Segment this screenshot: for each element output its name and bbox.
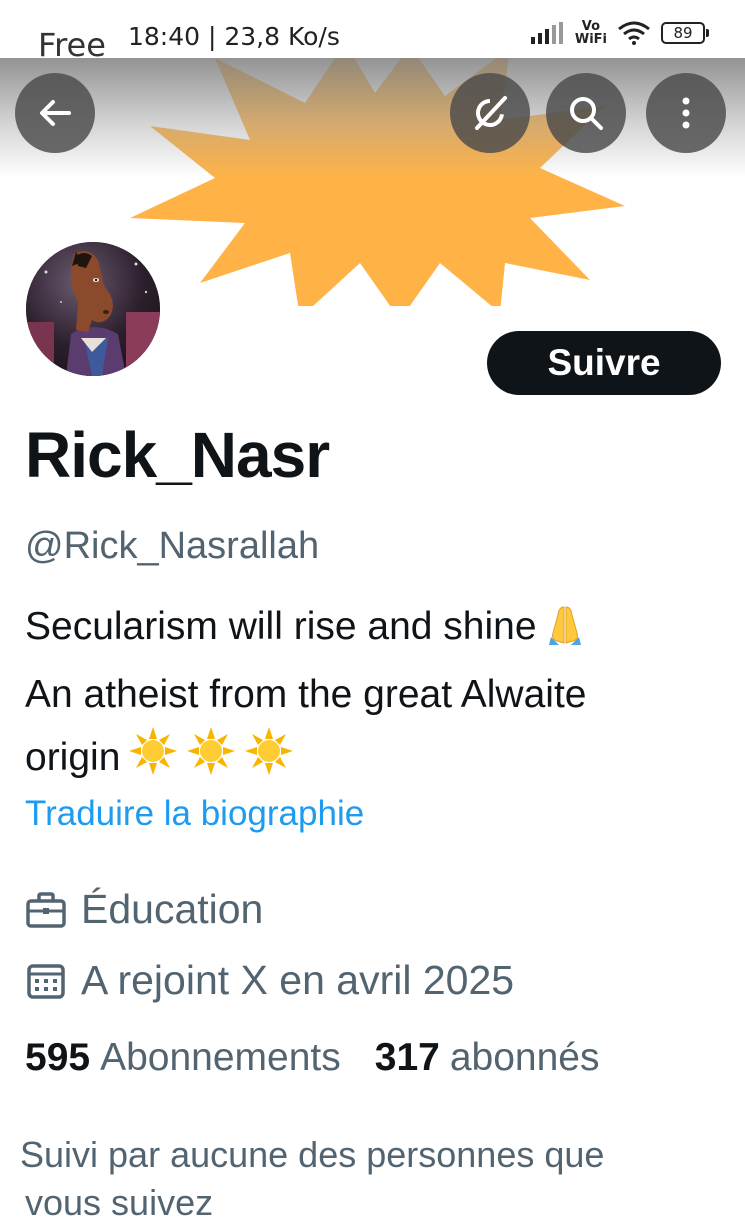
folded-hands-emoji-icon: [545, 603, 585, 665]
banner-gradient-overlay: [0, 58, 745, 178]
profile-category: Éducation: [25, 886, 263, 933]
followed-by-text: Suivi par aucune des personnes que: [20, 1134, 605, 1175]
following-count: 595: [25, 1036, 91, 1079]
signal-icon: [530, 22, 563, 44]
more-vert-icon: [682, 97, 690, 129]
sun-emoji-icons: [126, 725, 296, 795]
bio-line-2: An atheist from the great Alwaite: [25, 673, 587, 716]
back-button[interactable]: [15, 73, 95, 153]
briefcase-icon: [26, 891, 66, 928]
user-handle: @Rick_Nasrallah: [25, 525, 320, 567]
grok-icon: [475, 96, 507, 130]
followed-by-text-continued: vous suivez: [25, 1182, 214, 1223]
following-link[interactable]: 595 Abonnements: [25, 1036, 341, 1080]
category-label: Éducation: [81, 886, 264, 932]
grok-button[interactable]: [450, 73, 530, 153]
status-bar: Free 18:40 | 23,8 Ko/s Vo WiFi 89: [0, 0, 745, 58]
profile-bio: Secularism will rise and shine An atheis…: [25, 597, 725, 795]
vowifi-icon: Vo WiFi: [574, 19, 607, 47]
follow-stats: 595 Abonnements 317 abonnés: [25, 1036, 599, 1080]
status-icons: Vo WiFi 89: [530, 19, 709, 47]
carrier-label: Free: [38, 26, 106, 58]
horse-character-avatar-image: [26, 242, 160, 376]
display-name: Rick_Nasr: [25, 419, 330, 491]
join-date-label: A rejoint X en avril 2025: [81, 957, 515, 1003]
following-label: Abonnements: [100, 1036, 341, 1079]
status-time: 18:40 | 23,8 Ko/s: [128, 22, 340, 51]
calendar-icon: [27, 963, 65, 999]
more-options-button[interactable]: [646, 73, 726, 153]
back-arrow-icon: [40, 100, 71, 126]
avatar[interactable]: [22, 238, 164, 380]
translate-bio-link[interactable]: Traduire la biographie: [25, 794, 364, 834]
wifi-icon: [618, 21, 650, 45]
bio-line-1: Secularism will rise and shine: [25, 597, 725, 665]
followers-count: 317: [374, 1036, 440, 1079]
search-button[interactable]: [546, 73, 626, 153]
search-icon: [570, 97, 603, 130]
followers-link[interactable]: 317 abonnés: [375, 1036, 600, 1080]
battery-indicator: 89: [661, 22, 709, 44]
join-date: A rejoint X en avril 2025: [25, 957, 514, 1004]
bio-line-3: origin: [25, 725, 725, 795]
follow-button[interactable]: Suivre: [487, 331, 721, 395]
followers-label: abonnés: [449, 1036, 600, 1079]
